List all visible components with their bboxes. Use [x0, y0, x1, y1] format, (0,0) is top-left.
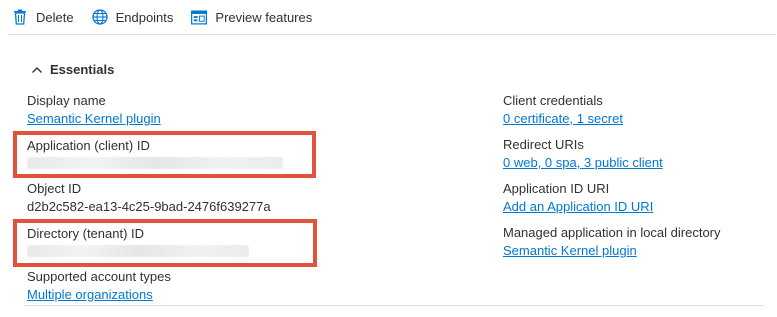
- client-credentials-label: Client credentials: [503, 93, 603, 108]
- display-name-label: Display name: [27, 93, 106, 108]
- object-id-value: d2b2c582-ea13-4c25-9bad-2476f639277a: [27, 199, 271, 214]
- toolbar-divider: [8, 34, 776, 35]
- managed-application-link[interactable]: Semantic Kernel plugin: [503, 243, 637, 258]
- essentials-title: Essentials: [50, 62, 115, 77]
- section-divider: [24, 305, 764, 306]
- delete-label: Delete: [36, 9, 74, 25]
- endpoints-label: Endpoints: [115, 9, 174, 25]
- supported-account-types-link[interactable]: Multiple organizations: [27, 287, 153, 302]
- endpoints-button[interactable]: Endpoints: [91, 9, 174, 25]
- client-credentials-link[interactable]: 0 certificate, 1 secret: [503, 111, 623, 126]
- object-id-label: Object ID: [27, 181, 82, 196]
- delete-button[interactable]: Delete: [12, 9, 74, 25]
- application-id-uri-label: Application ID URI: [503, 181, 610, 196]
- preview-features-icon: [191, 9, 208, 25]
- highlight-box-tenant-id: [13, 219, 317, 267]
- command-bar: Delete Endpoints Preview features: [12, 6, 312, 28]
- managed-application-label: Managed application in local directory: [503, 225, 721, 240]
- globe-icon: [91, 9, 108, 25]
- preview-features-button[interactable]: Preview features: [191, 9, 312, 25]
- redirect-uris-link[interactable]: 0 web, 0 spa, 3 public client: [503, 155, 663, 170]
- supported-account-types-label: Supported account types: [27, 269, 171, 284]
- preview-features-label: Preview features: [215, 9, 313, 25]
- display-name-link[interactable]: Semantic Kernel plugin: [27, 111, 161, 126]
- application-id-uri-link[interactable]: Add an Application ID URI: [503, 199, 653, 214]
- highlight-box-client-id: [13, 131, 316, 178]
- essentials-toggle[interactable]: Essentials: [31, 62, 114, 77]
- chevron-up-icon: [31, 64, 43, 76]
- redirect-uris-label: Redirect URIs: [503, 137, 584, 152]
- trash-icon: [12, 9, 28, 25]
